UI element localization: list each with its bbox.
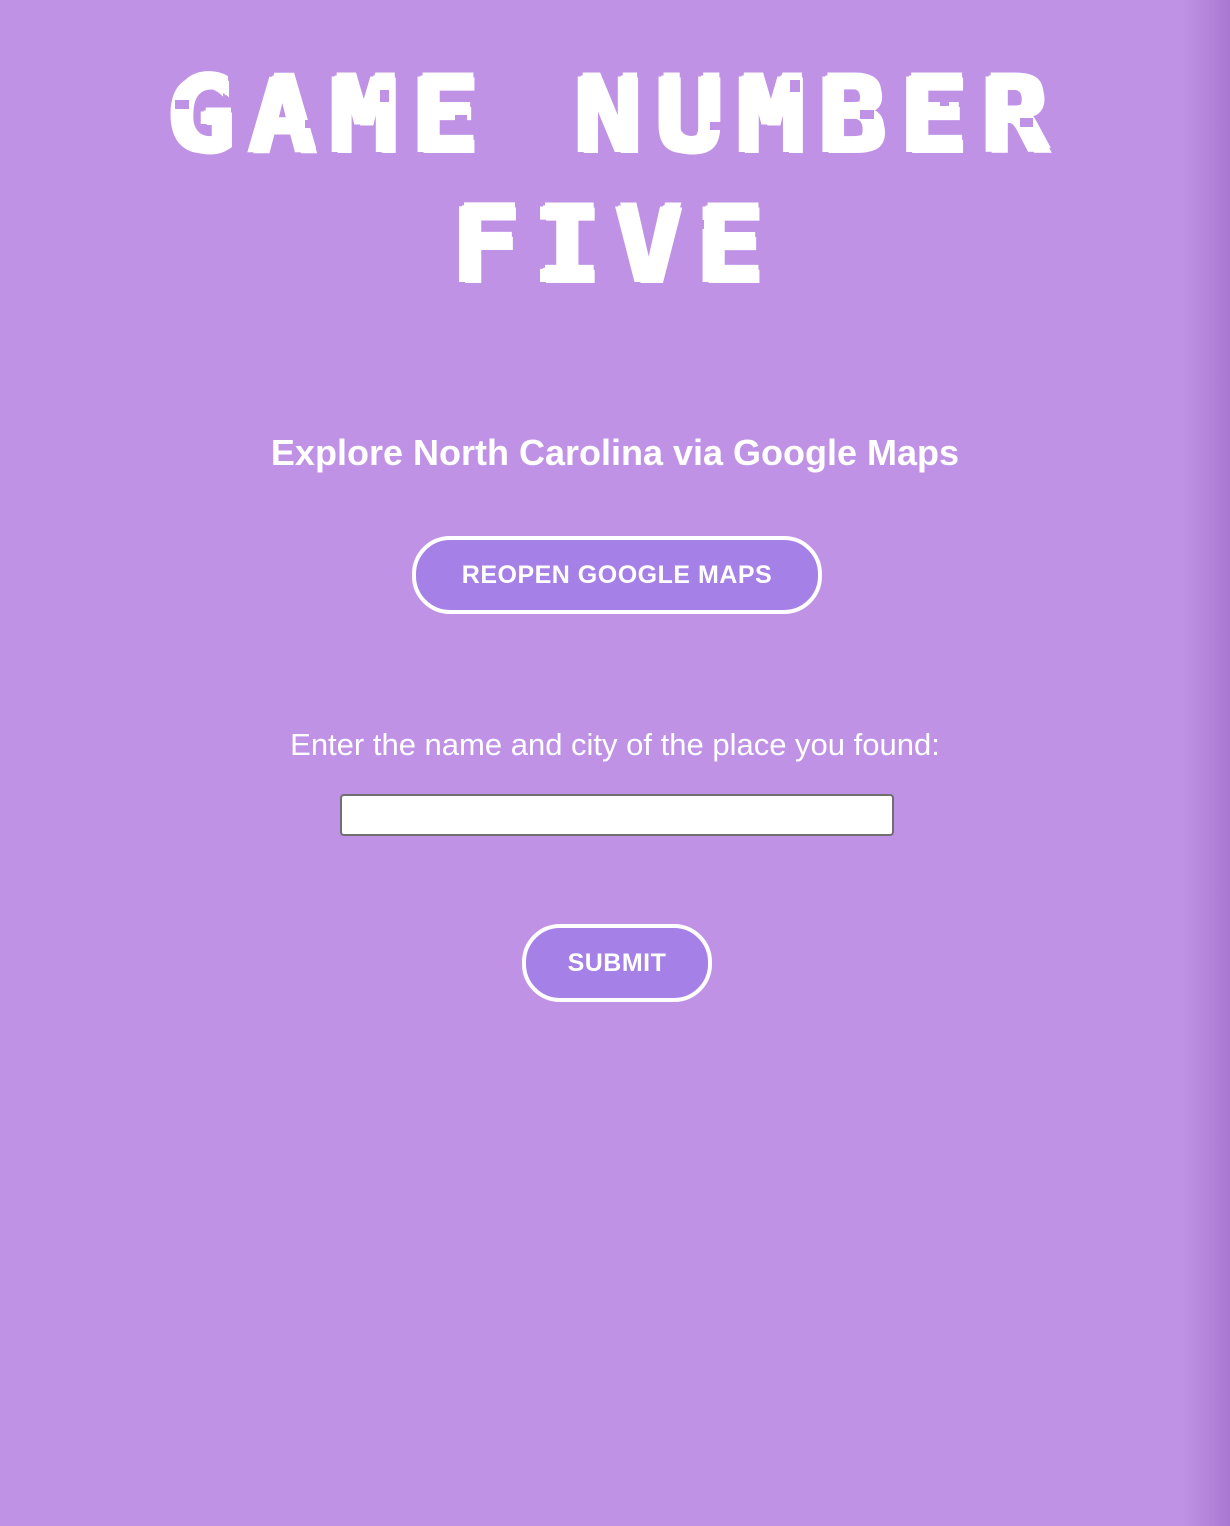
submit-button[interactable]: SUBMIT xyxy=(522,924,712,1002)
game-title-line-1: GAME NUMBER xyxy=(167,56,1063,176)
place-answer-input[interactable] xyxy=(340,794,894,836)
game-title: GAME NUMBER FIVE xyxy=(0,50,1230,310)
reopen-google-maps-button[interactable]: REOPEN GOOGLE MAPS xyxy=(412,536,822,614)
answer-prompt-label: Enter the name and city of the place you… xyxy=(290,727,940,762)
page-subtitle: Explore North Carolina via Google Maps xyxy=(270,432,960,473)
game-title-line-2: FIVE xyxy=(452,186,778,306)
